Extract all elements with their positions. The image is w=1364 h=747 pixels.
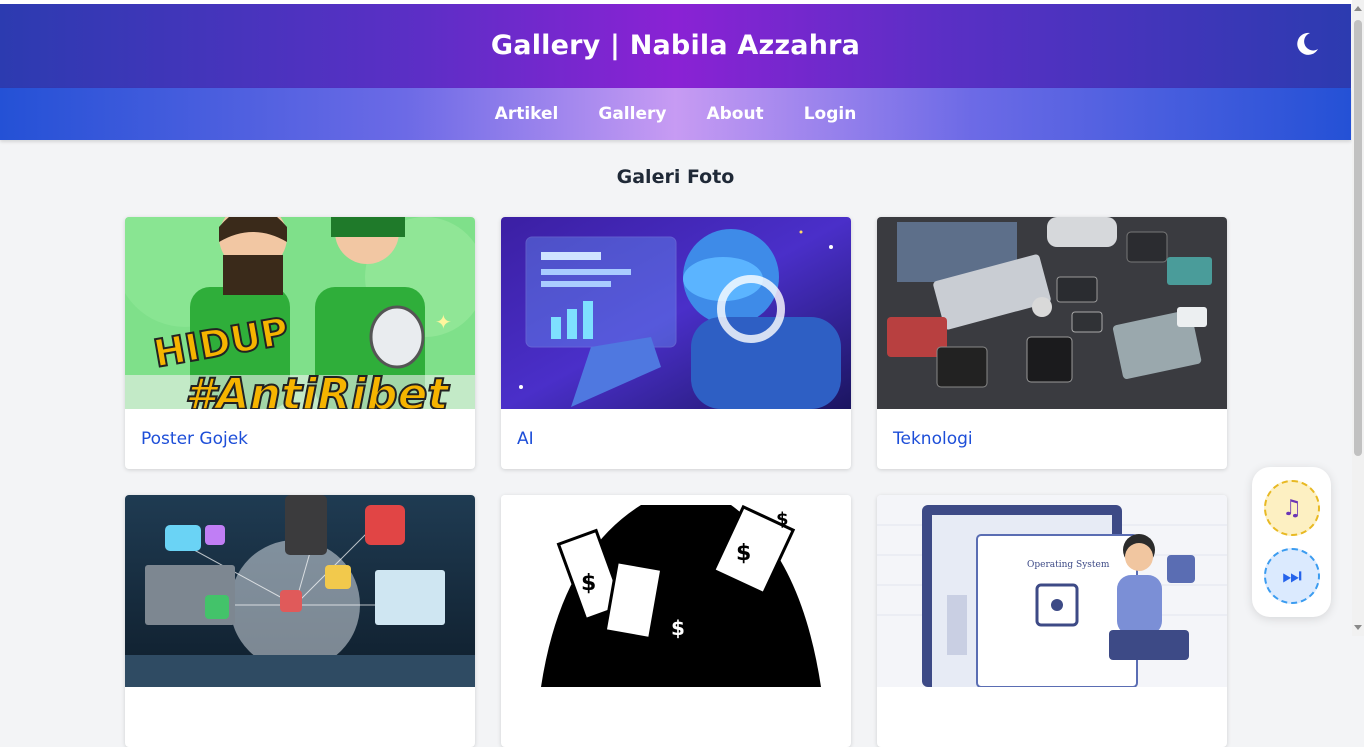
network-image [125,495,475,687]
nav-gallery[interactable]: Gallery [598,104,666,124]
gallery-card[interactable] [125,495,475,747]
gallery-card[interactable]: AI [501,217,851,469]
card-title[interactable]: Teknologi [893,429,973,449]
gallery-card[interactable]: HIDUP #AntiRibet ✦ Poster Gojek [125,217,475,469]
gallery-grid: HIDUP #AntiRibet ✦ Poster Gojek AI Tekno… [125,217,1227,747]
svg-text:#AntiRibet: #AntiRibet [185,369,450,409]
technology-image [877,217,1227,409]
ai-image [501,217,851,409]
gallery-heading: Galeri Foto [616,166,735,188]
money-sketch-image: $ $ $ $ [501,495,851,687]
music-player-panel: ♫ ⏭ [1252,467,1331,617]
main-nav: Artikel Gallery About Login [0,88,1351,140]
page-scrollbar[interactable] [1352,0,1364,636]
card-title[interactable]: Poster Gojek [141,429,248,449]
nav-artikel[interactable]: Artikel [495,104,559,124]
gojek-poster-image: HIDUP #AntiRibet ✦ [125,217,475,409]
skip-forward-icon[interactable]: ⏭ [1264,548,1320,604]
scroll-thumb[interactable] [1354,20,1362,456]
svg-text:Operating System: Operating System [1027,560,1110,570]
music-note-icon[interactable]: ♫ [1264,480,1320,536]
gallery-card[interactable]: Operating System [877,495,1227,747]
svg-text:$: $ [581,571,596,596]
nav-login[interactable]: Login [804,104,857,124]
gallery-card[interactable]: $ $ $ $ [501,495,851,747]
site-header: Gallery | Nabila Azzahra [0,4,1351,88]
svg-text:✦: ✦ [435,310,452,334]
svg-text:$: $ [671,616,685,640]
gallery-card[interactable]: Teknologi [877,217,1227,469]
nav-about[interactable]: About [706,104,763,124]
scroll-down-icon[interactable] [1354,625,1362,630]
svg-text:$: $ [776,509,789,530]
svg-text:$: $ [736,541,751,566]
operating-system-image: Operating System [877,495,1227,687]
scroll-up-icon[interactable] [1354,6,1362,11]
moon-icon[interactable] [1291,28,1321,58]
card-title[interactable]: AI [517,429,534,449]
site-title: Gallery | Nabila Azzahra [490,29,861,61]
